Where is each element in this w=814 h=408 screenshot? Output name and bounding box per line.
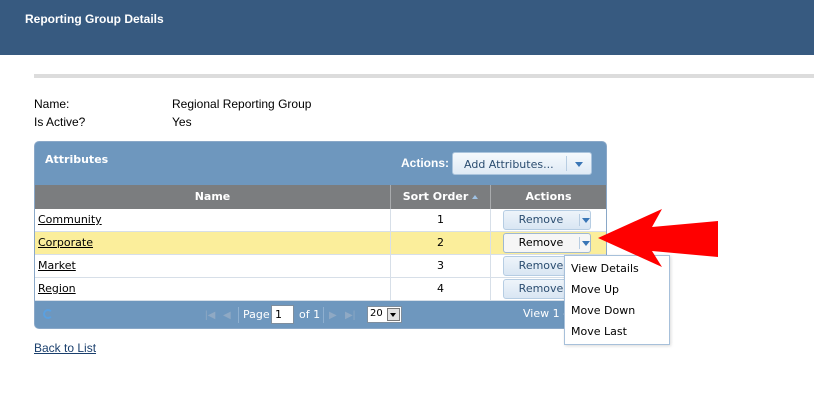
column-name[interactable]: Name — [35, 185, 391, 209]
page-count: of 1 — [299, 308, 321, 321]
rows-per-page-select[interactable]: 20 — [367, 306, 402, 323]
prev-page-icon[interactable]: ◀ — [223, 310, 231, 321]
back-to-list-link[interactable]: Back to List — [34, 341, 96, 355]
refresh-icon[interactable] — [43, 309, 53, 319]
add-attributes-button[interactable]: Add Attributes... — [452, 152, 592, 175]
chevron-down-icon[interactable] — [582, 241, 590, 246]
chevron-down-icon — [387, 308, 400, 321]
last-page-icon[interactable]: ▶| — [345, 310, 355, 321]
table-row[interactable]: Corporate 2 Remove — [35, 232, 606, 255]
column-sort-order[interactable]: Sort Order — [391, 185, 491, 209]
remove-button[interactable]: Remove — [503, 233, 591, 253]
attribute-link[interactable]: Corporate — [35, 236, 93, 249]
chevron-down-icon[interactable] — [582, 218, 590, 223]
add-attributes-label: Add Attributes... — [464, 158, 554, 171]
button-split — [566, 156, 567, 171]
table-row[interactable]: Community 1 Remove — [35, 209, 606, 232]
red-arrow-icon — [598, 209, 718, 267]
attribute-link[interactable]: Market — [35, 259, 76, 272]
page-title: Reporting Group Details — [25, 12, 164, 26]
menu-item-move-down[interactable]: Move Down — [571, 301, 635, 321]
sort-order-cell: 4 — [391, 278, 491, 301]
attributes-grid: Attributes Actions: Add Attributes... Na… — [34, 141, 607, 329]
view-records-text: View 1 - — [523, 307, 568, 320]
grid-caption: Attributes — [45, 153, 109, 166]
chevron-down-icon[interactable] — [575, 162, 583, 167]
attribute-link[interactable]: Region — [35, 282, 76, 295]
grid-pager: |◀ ◀ Page of 1 ▶ ▶| 20 View 1 - — [35, 301, 606, 328]
name-label: Name: — [34, 97, 70, 111]
remove-button[interactable]: Remove — [503, 210, 591, 230]
name-value: Regional Reporting Group — [172, 97, 312, 111]
menu-item-move-last[interactable]: Move Last — [571, 322, 627, 342]
sort-order-cell: 3 — [391, 255, 491, 278]
attribute-link[interactable]: Community — [35, 213, 102, 226]
page-header: Reporting Group Details — [0, 0, 814, 55]
is-active-value: Yes — [172, 115, 192, 129]
sort-order-cell: 2 — [391, 232, 491, 255]
menu-item-move-up[interactable]: Move Up — [571, 280, 619, 300]
table-row[interactable]: Market 3 Remove — [35, 255, 606, 278]
table-row[interactable]: Region 4 Remove — [35, 278, 606, 301]
page-number-input[interactable] — [271, 305, 294, 324]
column-header: Name Sort Order Actions — [35, 185, 606, 209]
sort-order-cell: 1 — [391, 209, 491, 232]
next-page-icon[interactable]: ▶ — [329, 310, 337, 321]
is-active-label: Is Active? — [34, 115, 86, 129]
grid-rows: Community 1 Remove Corporate 2 Remove Ma… — [35, 209, 606, 301]
actions-label: Actions: — [401, 156, 449, 170]
column-actions: Actions — [525, 190, 572, 203]
sort-asc-icon — [472, 195, 479, 199]
first-page-icon[interactable]: |◀ — [205, 310, 215, 321]
page-label: Page — [243, 308, 270, 321]
divider — [34, 74, 814, 78]
